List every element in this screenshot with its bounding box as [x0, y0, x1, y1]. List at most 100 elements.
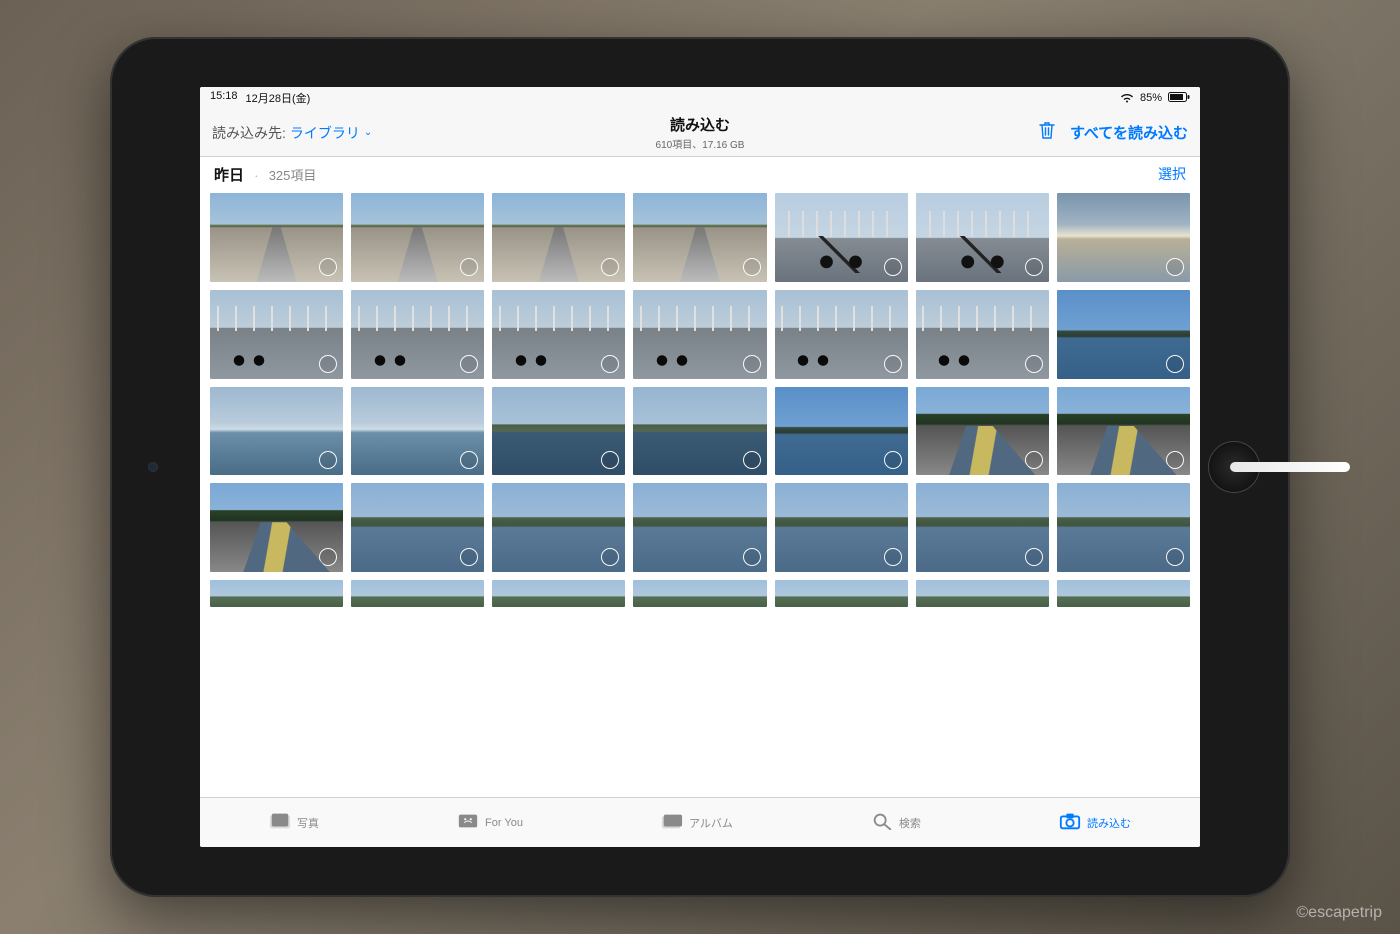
photo-thumbnail[interactable]	[1057, 483, 1190, 572]
section-header: 昨日 · 325項目 選択	[200, 157, 1200, 191]
photo-thumbnail[interactable]	[633, 193, 766, 282]
selection-circle-icon[interactable]	[460, 451, 478, 469]
photo-grid-partial-row	[210, 580, 1190, 607]
photo-thumbnail[interactable]	[351, 387, 484, 476]
photo-thumbnail[interactable]	[916, 483, 1049, 572]
import-all-button[interactable]: すべてを読み込む	[1070, 122, 1188, 143]
photo-thumbnail[interactable]	[916, 580, 1049, 607]
selection-circle-icon[interactable]	[1025, 548, 1043, 566]
tab-photos[interactable]: 写真	[269, 812, 319, 833]
selection-circle-icon[interactable]	[884, 258, 902, 276]
import-destination[interactable]: 読み込み先: ライブラリ ⌄	[212, 123, 656, 143]
nav-header: 読み込み先: ライブラリ ⌄ 読み込む 610項目、17.16 GB すべてを読…	[200, 109, 1200, 157]
photo-thumbnail[interactable]	[916, 387, 1049, 476]
photo-thumbnail[interactable]	[1057, 193, 1190, 282]
selection-circle-icon[interactable]	[460, 355, 478, 373]
albums-icon	[661, 812, 683, 833]
tab-albums[interactable]: アルバム	[661, 812, 733, 833]
selection-circle-icon[interactable]	[1166, 548, 1184, 566]
photo-thumbnail[interactable]	[351, 290, 484, 379]
selection-circle-icon[interactable]	[319, 355, 337, 373]
page-subtitle: 610項目、17.16 GB	[656, 136, 745, 151]
photo-thumbnail[interactable]	[1057, 290, 1190, 379]
selection-circle-icon[interactable]	[1166, 355, 1184, 373]
selection-circle-icon[interactable]	[1166, 451, 1184, 469]
nav-title-block: 読み込む 610項目、17.16 GB	[656, 114, 745, 151]
tab-label: 写真	[297, 815, 319, 831]
photo-thumbnail[interactable]	[633, 483, 766, 572]
photo-thumbnail[interactable]	[633, 290, 766, 379]
photo-thumbnail[interactable]	[916, 193, 1049, 282]
photo-thumbnail[interactable]	[210, 387, 343, 476]
selection-circle-icon[interactable]	[743, 548, 761, 566]
photos-icon	[269, 812, 291, 833]
trash-icon[interactable]	[1038, 120, 1056, 145]
photo-thumbnail[interactable]	[916, 290, 1049, 379]
photo-thumbnail[interactable]	[775, 483, 908, 572]
selection-circle-icon[interactable]	[1025, 258, 1043, 276]
selection-circle-icon[interactable]	[460, 548, 478, 566]
selection-circle-icon[interactable]	[1166, 258, 1184, 276]
selection-circle-icon[interactable]	[884, 451, 902, 469]
photo-thumbnail[interactable]	[492, 580, 625, 607]
dest-label: 読み込み先:	[212, 123, 286, 143]
photo-thumbnail[interactable]	[492, 193, 625, 282]
photo-thumbnail[interactable]	[210, 193, 343, 282]
tab-import[interactable]: 読み込む	[1059, 812, 1131, 833]
section-count: 325項目	[269, 165, 317, 184]
lightning-cable	[1230, 462, 1350, 472]
section-day: 昨日	[214, 164, 244, 185]
tab-label: For You	[485, 817, 523, 829]
page-title: 読み込む	[656, 114, 745, 135]
select-button[interactable]: 選択	[1158, 164, 1186, 184]
selection-circle-icon[interactable]	[743, 355, 761, 373]
photo-thumbnail[interactable]	[351, 193, 484, 282]
photo-grid-container[interactable]	[200, 191, 1200, 797]
photo-thumbnail[interactable]	[1057, 387, 1190, 476]
tab-label: アルバム	[689, 815, 733, 831]
photo-thumbnail[interactable]	[775, 193, 908, 282]
photo-thumbnail[interactable]	[210, 290, 343, 379]
tab-bar: 写真 For You アルバム 検索 読み込む	[200, 797, 1200, 847]
tab-label: 読み込む	[1087, 815, 1131, 831]
search-icon	[871, 812, 893, 833]
photo-thumbnail[interactable]	[775, 580, 908, 607]
photo-grid	[210, 193, 1190, 572]
status-time: 15:18	[210, 90, 238, 106]
photo-thumbnail[interactable]	[633, 580, 766, 607]
selection-circle-icon[interactable]	[319, 258, 337, 276]
photo-thumbnail[interactable]	[351, 483, 484, 572]
selection-circle-icon[interactable]	[1025, 355, 1043, 373]
selection-circle-icon[interactable]	[1025, 451, 1043, 469]
selection-circle-icon[interactable]	[319, 451, 337, 469]
photo-thumbnail[interactable]	[775, 387, 908, 476]
selection-circle-icon[interactable]	[743, 451, 761, 469]
selection-circle-icon[interactable]	[319, 548, 337, 566]
selection-circle-icon[interactable]	[601, 548, 619, 566]
selection-circle-icon[interactable]	[460, 258, 478, 276]
selection-circle-icon[interactable]	[884, 355, 902, 373]
screen: 15:18 12月28日(金) 85% 読み込み先: ライブラリ ⌄ 読	[200, 87, 1200, 847]
tab-search[interactable]: 検索	[871, 812, 921, 833]
photo-thumbnail[interactable]	[210, 580, 343, 607]
selection-circle-icon[interactable]	[601, 451, 619, 469]
photo-thumbnail[interactable]	[1057, 580, 1190, 607]
photo-thumbnail[interactable]	[351, 580, 484, 607]
photo-thumbnail[interactable]	[210, 483, 343, 572]
selection-circle-icon[interactable]	[601, 258, 619, 276]
tab-foryou[interactable]: For You	[457, 812, 523, 833]
photo-thumbnail[interactable]	[492, 483, 625, 572]
selection-circle-icon[interactable]	[884, 548, 902, 566]
section-dot: ·	[254, 167, 259, 183]
dest-value: ライブラリ	[290, 123, 360, 143]
photo-thumbnail[interactable]	[775, 290, 908, 379]
chevron-down-icon: ⌄	[364, 127, 372, 138]
status-date: 12月28日(金)	[246, 90, 311, 106]
photo-thumbnail[interactable]	[492, 290, 625, 379]
selection-circle-icon[interactable]	[743, 258, 761, 276]
photo-thumbnail[interactable]	[492, 387, 625, 476]
photo-thumbnail[interactable]	[633, 387, 766, 476]
battery-percent: 85%	[1140, 92, 1162, 104]
selection-circle-icon[interactable]	[601, 355, 619, 373]
ipad-frame: 15:18 12月28日(金) 85% 読み込み先: ライブラリ ⌄ 読	[110, 37, 1290, 897]
